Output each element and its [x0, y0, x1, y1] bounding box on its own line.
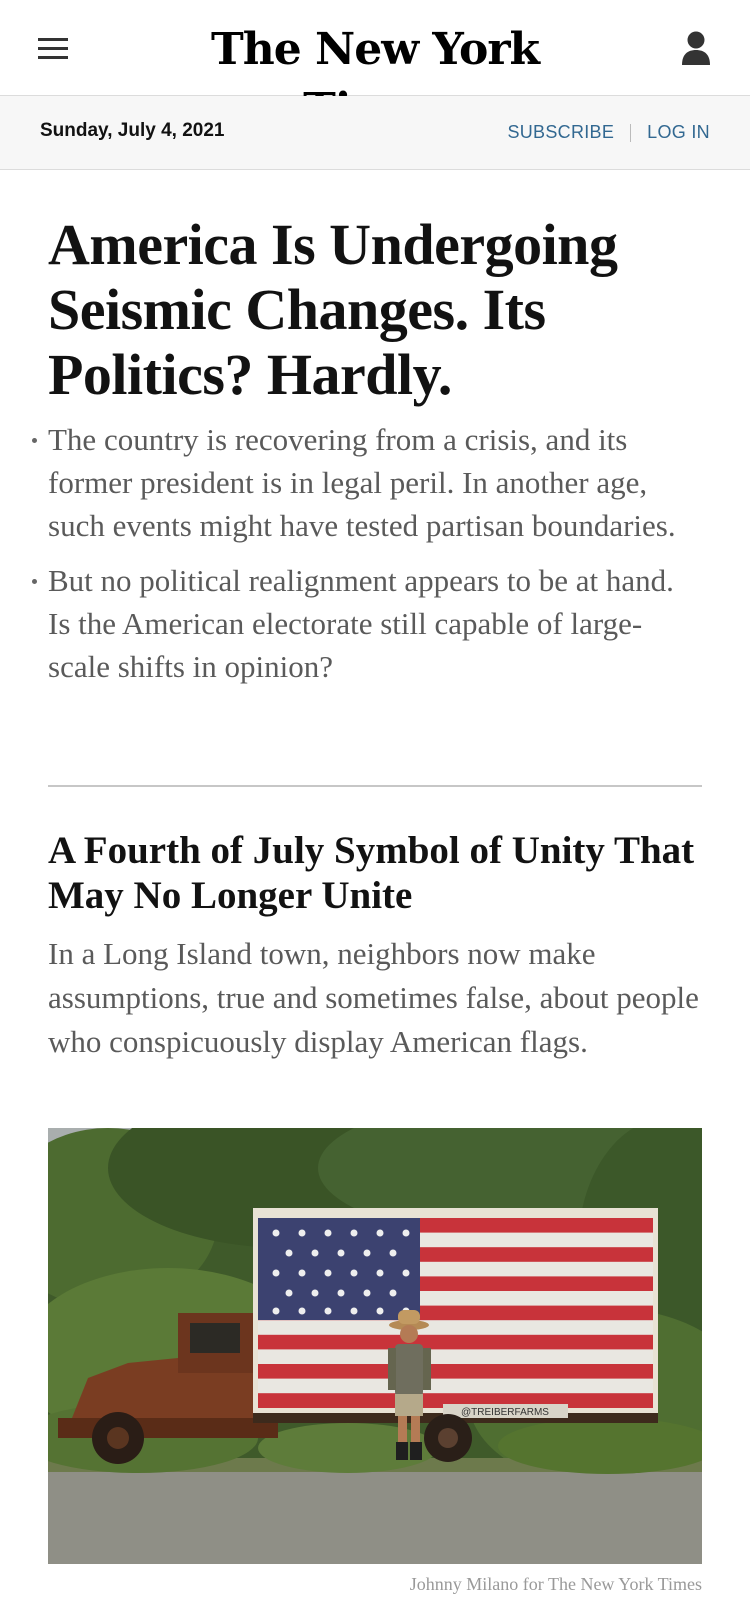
story-photo[interactable]: @TREIBERFARMS — [48, 1128, 702, 1564]
lead-story-summary: The country is recovering from a crisis,… — [32, 418, 703, 700]
current-date: Sunday, July 4, 2021 — [40, 120, 225, 141]
nyt-logo[interactable]: The New York Times — [185, 20, 565, 135]
summary-bullet: But no political realignment appears to … — [32, 559, 703, 688]
auth-links: SUBSCRIBE LOG IN — [507, 122, 710, 143]
user-account-icon[interactable] — [680, 30, 712, 66]
second-story-headline[interactable]: A Fourth of July Symbol of Unity That Ma… — [48, 828, 708, 918]
auth-divider — [630, 123, 632, 142]
photo-sign-text: @TREIBERFARMS — [461, 1407, 549, 1418]
summary-bullet: The country is recovering from a crisis,… — [32, 418, 703, 547]
second-story-summary: In a Long Island town, neighbors now mak… — [48, 936, 699, 1059]
lead-story-headline[interactable]: America Is Undergoing Seismic Changes. I… — [48, 212, 708, 407]
date-bar: Sunday, July 4, 2021 SUBSCRIBE LOG IN — [0, 96, 750, 170]
login-link[interactable]: LOG IN — [647, 122, 710, 143]
subscribe-link[interactable]: SUBSCRIBE — [507, 122, 614, 143]
story-divider — [48, 785, 702, 787]
masthead-bar: The New York Times — [0, 0, 750, 135]
hamburger-menu-icon[interactable] — [38, 38, 68, 60]
photo-credit: Johnny Milano for The New York Times — [409, 1574, 702, 1594]
